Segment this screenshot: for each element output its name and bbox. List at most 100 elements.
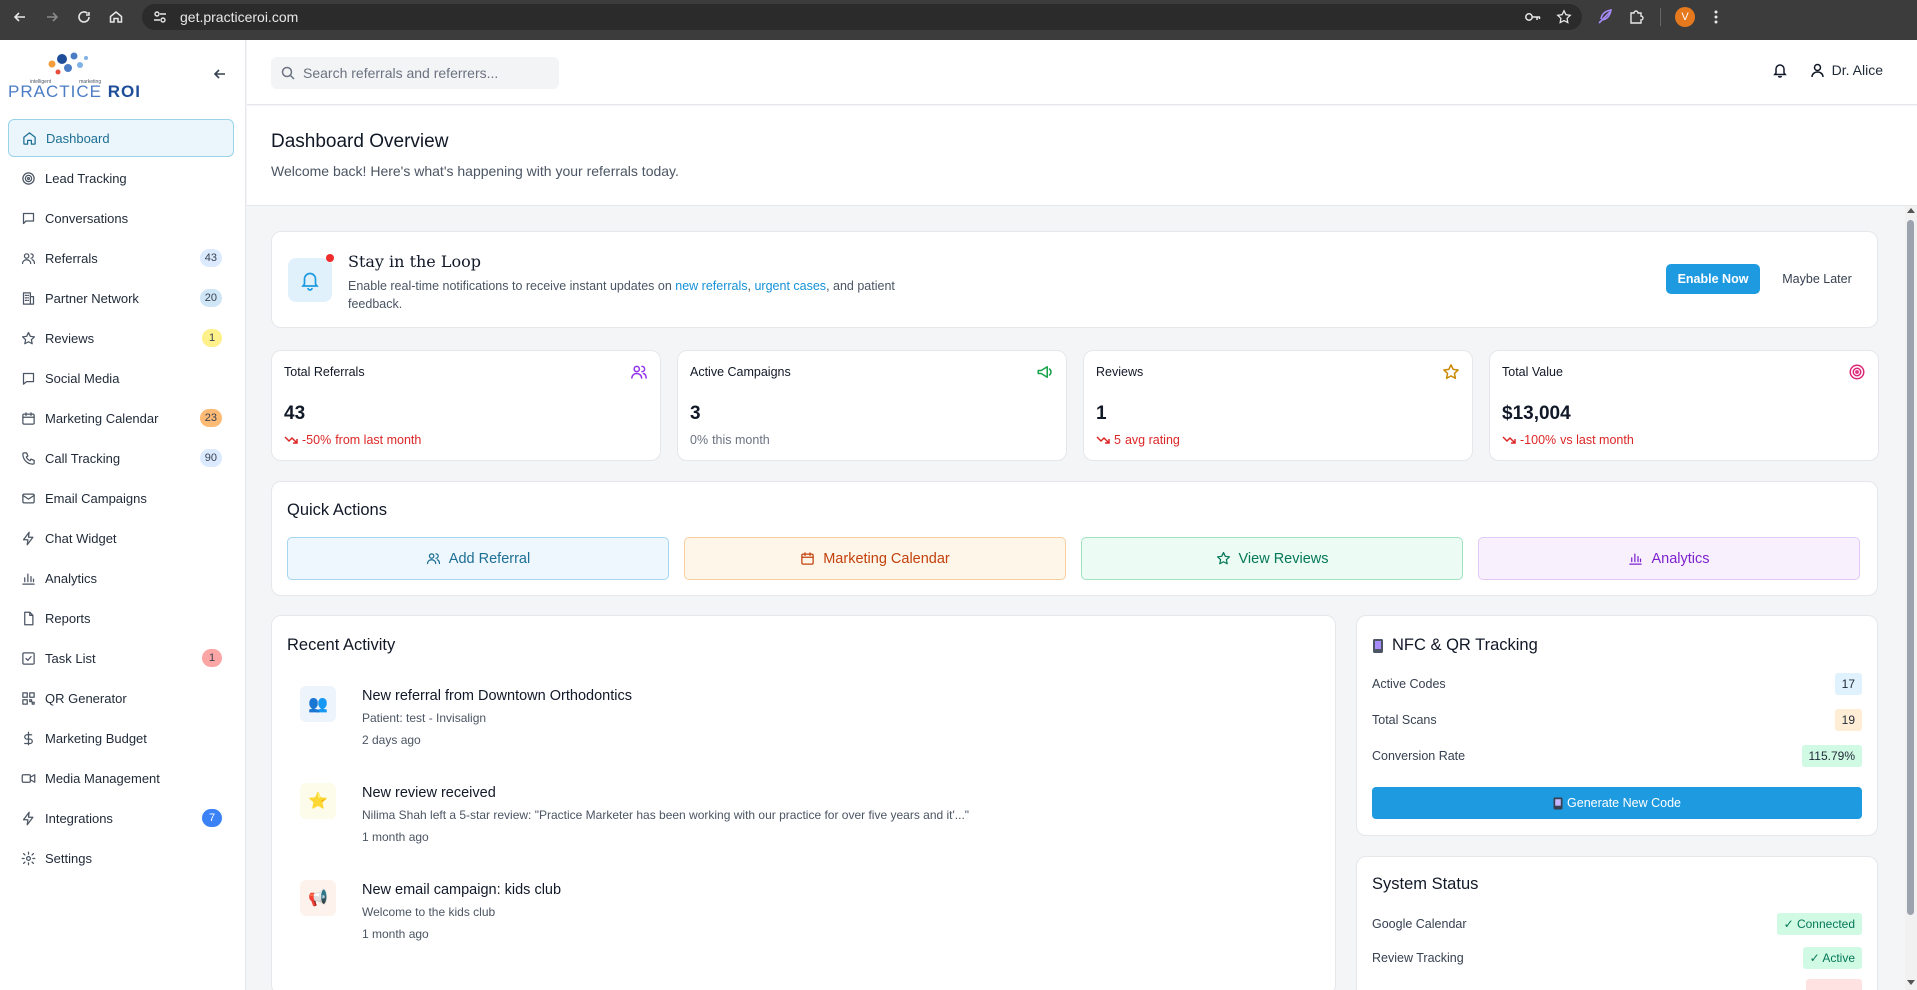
- generate-new-code-button[interactable]: Generate New Code: [1372, 787, 1862, 819]
- users-icon: [21, 252, 36, 264]
- sidebar-item-social-media[interactable]: Social Media: [8, 359, 234, 397]
- nfc-row-label: Total Scans: [1372, 713, 1437, 727]
- user-name: Dr. Alice: [1831, 62, 1883, 78]
- sidebar-item-label: QR Generator: [45, 690, 127, 706]
- marketing-calendar-button[interactable]: Marketing Calendar: [684, 537, 1066, 580]
- home-icon: [23, 131, 36, 145]
- notification-prompt-card: Stay in the Loop Enable real-time notifi…: [271, 231, 1878, 328]
- sidebar-item-label: Task List: [45, 650, 96, 666]
- sidebar-item-call-tracking[interactable]: Call Tracking 90: [8, 439, 234, 477]
- urgent-cases-link[interactable]: urgent cases: [754, 279, 826, 293]
- scroll-down-arrow[interactable]: [1907, 980, 1915, 985]
- back-icon[interactable]: [8, 5, 32, 29]
- phone-icon: [22, 451, 35, 465]
- sidebar-item-label: Integrations: [45, 810, 113, 826]
- trend-down-icon: [1502, 436, 1516, 444]
- activity-item[interactable]: ⭐ New review received Nilima Shah left a 5…: [300, 783, 1300, 863]
- sidebar-item-label: Partner Network: [45, 290, 139, 306]
- sidebar-item-chat-widget[interactable]: Chat Widget: [8, 519, 234, 557]
- collapse-sidebar-icon[interactable]: [210, 64, 230, 84]
- extension-feather-icon[interactable]: [1596, 8, 1614, 26]
- user-menu[interactable]: Dr. Alice: [1810, 62, 1883, 78]
- count-badge: 23: [199, 409, 222, 427]
- browser-menu-icon[interactable]: [1709, 8, 1723, 26]
- activity-time: 1 month ago: [362, 830, 429, 844]
- sidebar-item-analytics[interactable]: Analytics: [8, 559, 234, 597]
- activity-time: 2 days ago: [362, 733, 421, 747]
- profile-avatar[interactable]: V: [1675, 7, 1695, 27]
- sidebar-item-settings[interactable]: Settings: [8, 839, 234, 877]
- calendar-icon: [22, 411, 35, 425]
- sidebar-item-label: Reviews: [45, 330, 95, 346]
- search-input[interactable]: [303, 65, 553, 81]
- extensions-puzzle-icon[interactable]: [1628, 8, 1646, 26]
- target-icon: [22, 171, 35, 185]
- stat-label: Active Campaigns: [690, 365, 791, 379]
- sidebar-item-conversations[interactable]: Conversations: [8, 199, 234, 237]
- recent-activity-card: Recent Activity 👥 New referral from Downt…: [271, 615, 1336, 990]
- sidebar-item-task-list[interactable]: Task List 1: [8, 639, 234, 677]
- sidebar-item-reports[interactable]: Reports: [8, 599, 234, 637]
- star-icon: [1443, 364, 1459, 380]
- system-row-label: Review Tracking: [1372, 951, 1464, 965]
- status-badge: ✓ Connected: [1776, 913, 1862, 935]
- browser-toolbar: get.practiceroi.com V: [0, 0, 1917, 34]
- reload-icon[interactable]: [72, 5, 96, 29]
- notice-title: Stay in the Loop: [348, 252, 481, 271]
- activity-item[interactable]: 👥 New referral from Downtown Orthodontics…: [300, 686, 1300, 766]
- system-row-label: Google Calendar: [1372, 917, 1467, 931]
- sidebar-item-partner-network[interactable]: Partner Network 20: [8, 279, 234, 317]
- sidebar-item-marketing-budget[interactable]: Marketing Budget: [8, 719, 234, 757]
- activity-item[interactable]: 📢 New email campaign: kids club Welcome to…: [300, 880, 1300, 960]
- bolt-icon: [22, 811, 34, 825]
- sidebar-item-integrations[interactable]: Integrations 7: [8, 799, 234, 837]
- sidebar-item-marketing-calendar[interactable]: Marketing Calendar 23: [8, 399, 234, 437]
- message-icon: [22, 212, 35, 224]
- star-icon: ⭐: [300, 783, 336, 819]
- new-referrals-link[interactable]: new referrals: [675, 279, 747, 293]
- target-icon: [1849, 364, 1865, 380]
- sidebar-item-label: Chat Widget: [45, 530, 117, 546]
- megaphone-icon: [1037, 366, 1052, 378]
- sidebar: intelligent marketing PRACTICE ROI Dashbo…: [0, 40, 246, 990]
- stat-change: 0% this month: [690, 433, 770, 447]
- stat-label: Reviews: [1096, 365, 1144, 379]
- sidebar-item-label: Marketing Budget: [45, 730, 147, 746]
- sidebar-item-dashboard[interactable]: Dashboard: [8, 119, 234, 157]
- sidebar-item-reviews[interactable]: Reviews 1: [8, 319, 234, 357]
- bookmark-star-icon[interactable]: [1556, 9, 1572, 25]
- view-reviews-button[interactable]: View Reviews: [1081, 537, 1463, 580]
- sidebar-item-media-management[interactable]: Media Management: [8, 759, 234, 797]
- logo-wordmark: PRACTICE ROI: [8, 82, 141, 101]
- home-icon[interactable]: [104, 5, 128, 29]
- notification-bell-icon[interactable]: [1772, 62, 1788, 78]
- people-icon: 👥: [300, 686, 336, 722]
- sidebar-item-label: Analytics: [45, 570, 98, 586]
- sidebar-item-label: Reports: [45, 610, 91, 626]
- sidebar-item-lead-tracking[interactable]: Lead Tracking: [8, 159, 234, 197]
- sidebar-item-label: Lead Tracking: [45, 170, 127, 186]
- forward-icon[interactable]: [40, 5, 64, 29]
- gear-icon: [21, 851, 36, 865]
- password-key-icon[interactable]: [1524, 9, 1542, 25]
- enable-now-button[interactable]: Enable Now: [1666, 264, 1760, 294]
- sidebar-item-email-campaigns[interactable]: Email Campaigns: [8, 479, 234, 517]
- scrollbar-thumb[interactable]: [1907, 220, 1914, 915]
- notice-text: Enable real-time notifications to receiv…: [348, 279, 895, 311]
- sidebar-item-referrals[interactable]: Referrals 43: [8, 239, 234, 277]
- site-settings-icon[interactable]: [152, 9, 168, 25]
- scroll-up-arrow[interactable]: [1907, 208, 1915, 213]
- count-badge: 43: [199, 249, 222, 267]
- nfc-qr-card: NFC & QR Tracking Active Codes 17 Total Sc…: [1356, 615, 1878, 836]
- add-referral-button[interactable]: Add Referral: [287, 537, 669, 580]
- sidebar-item-qr-generator[interactable]: QR Generator: [8, 679, 234, 717]
- analytics-button[interactable]: Analytics: [1478, 537, 1860, 580]
- stat-value: $13,004: [1502, 403, 1571, 424]
- maybe-later-button[interactable]: Maybe Later: [1772, 264, 1862, 294]
- count-badge: 1: [202, 649, 222, 667]
- sidebar-item-label: Dashboard: [46, 130, 110, 146]
- activity-title: New review received: [362, 785, 496, 801]
- star-icon: [1216, 551, 1230, 565]
- nfc-row-value: 19: [1834, 709, 1862, 731]
- address-bar[interactable]: get.practiceroi.com: [142, 4, 1582, 30]
